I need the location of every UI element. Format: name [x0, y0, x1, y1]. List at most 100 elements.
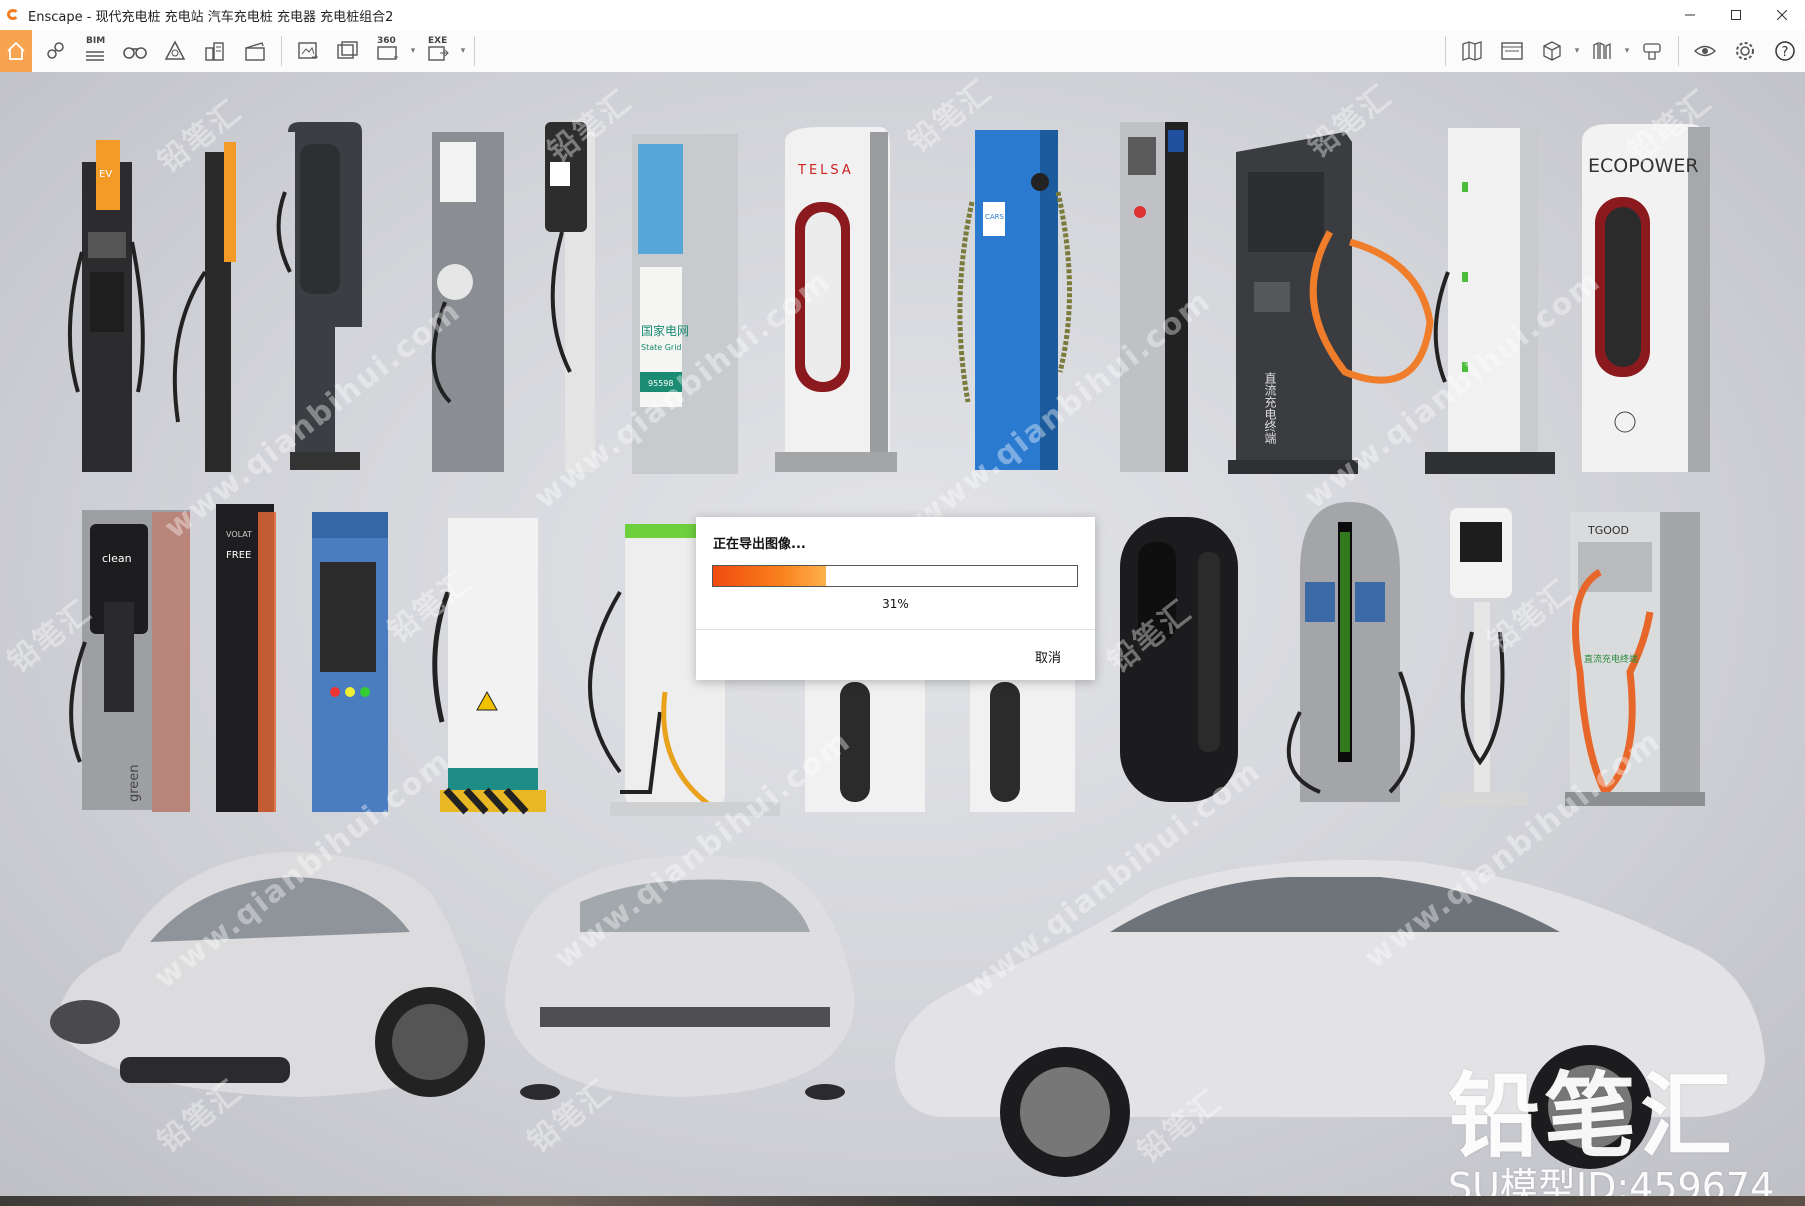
state-grid-en-label: State Grid [641, 343, 682, 352]
close-button[interactable] [1759, 0, 1805, 30]
export-exe-button[interactable]: EXE [421, 33, 455, 69]
batch-render-icon [337, 41, 358, 59]
asset-library-button[interactable] [158, 33, 192, 69]
view-button[interactable] [1688, 33, 1722, 69]
car-side [895, 860, 1765, 1177]
progress-bar-fill [713, 566, 826, 586]
home-button[interactable] [0, 30, 32, 72]
green-label: green [127, 764, 142, 802]
state-grid-num-label: 95598 [648, 379, 673, 388]
batch-render-button[interactable] [331, 33, 365, 69]
chevron-down-icon: ▾ [1574, 46, 1580, 56]
buildings-icon [205, 42, 224, 61]
chevron-down-icon: ▾ [410, 46, 416, 56]
binoculars-button[interactable] [118, 33, 152, 69]
asset-library-icon [164, 40, 186, 60]
panorama-dropdown[interactable]: ▾ [408, 46, 418, 56]
charger-dc-terminal: 直流充电终端 [1228, 132, 1434, 474]
car-front-three-quarter [50, 852, 485, 1097]
toolbar-separator [474, 36, 475, 66]
dialog-title: 正在导出图像... [713, 537, 806, 552]
screenshot-icon [298, 42, 319, 59]
tesla-label: TELSA [797, 163, 854, 178]
library-icon [1593, 41, 1611, 59]
bim-button[interactable]: BIM [78, 33, 112, 69]
settings-icon [1736, 42, 1754, 60]
library-button[interactable] [1585, 33, 1619, 69]
charger-volat-free: VOLAT FREE [216, 504, 276, 812]
cars-go-label: CARS GO [985, 213, 1018, 221]
charger-ecopower: ECOPOWER [1582, 124, 1710, 472]
bim-label: BIM [86, 36, 106, 46]
export-progress-dialog: 正在导出图像... 31% 取消 [696, 517, 1095, 680]
dc-terminal-label: 直流充电终端 [1263, 372, 1277, 445]
binoculars-icon [123, 47, 147, 59]
box-dropdown[interactable]: ▾ [1572, 46, 1582, 56]
toolbar-separator [1678, 36, 1679, 66]
volat-label: VOLAT [226, 530, 252, 539]
title-bar: Enscape - 现代充电桩 充电站 汽车充电桩 充电器 充电桩组合2 [0, 0, 1805, 30]
progress-percent: 31% [882, 597, 909, 611]
buildings-button[interactable] [198, 33, 232, 69]
minimize-button[interactable] [1667, 0, 1713, 30]
ev-label: EV [99, 169, 112, 180]
charger-blue-cars-go: CARS GO [957, 130, 1072, 470]
tgood-label: TGOOD [1587, 524, 1629, 537]
toolbar-separator [1445, 36, 1446, 66]
panorama-button[interactable]: 360 [371, 33, 405, 69]
minimize-icon [1685, 14, 1695, 16]
help-icon: ? [1775, 41, 1795, 61]
library-dropdown[interactable]: ▾ [1622, 46, 1632, 56]
tgood-dc-label: 直流充电终端 [1584, 653, 1638, 665]
charger-black-rounded [1120, 517, 1238, 802]
screenshot-button[interactable] [291, 33, 325, 69]
box-button[interactable] [1535, 33, 1569, 69]
svg-text:?: ? [1782, 45, 1789, 60]
maximize-icon [1731, 10, 1741, 20]
charger-parking-meter [1120, 122, 1188, 472]
car-rear [505, 855, 855, 1100]
map-button[interactable] [1455, 33, 1489, 69]
chevron-down-icon: ▾ [1624, 46, 1630, 56]
cancel-button[interactable]: 取消 [1031, 645, 1065, 668]
charger-slim-white [545, 122, 595, 472]
video-editor-button[interactable] [238, 33, 272, 69]
clean-label: clean [102, 552, 132, 565]
location-button[interactable] [38, 33, 72, 69]
home-icon [7, 41, 25, 60]
settings-button[interactable] [1728, 33, 1762, 69]
maximize-button[interactable] [1713, 0, 1759, 30]
main-toolbar: BIM 360 ▾ EXE ▾ ▾ ▾ ? [0, 30, 1805, 73]
toolbar-right-group: ▾ ▾ ? [1439, 30, 1805, 72]
panorama-label: 360 [377, 36, 396, 46]
state-grid-label: 国家电网 [641, 323, 689, 338]
panel-icon [1501, 42, 1523, 60]
charger-white-cabinet [432, 518, 546, 815]
charger-state-grid: 国家电网 State Grid 95598 [632, 134, 738, 474]
box-icon [1543, 41, 1561, 61]
charger-white-green-lights [1425, 128, 1555, 474]
toolbar-separator [281, 36, 282, 66]
clapperboard-icon [245, 42, 265, 61]
map-icon [1462, 41, 1482, 61]
charger-wallbox-post [1440, 508, 1528, 806]
charger-silver-column [431, 132, 504, 472]
charger-blue-kiosk [312, 512, 388, 812]
charger-gray-arch [1286, 502, 1415, 802]
help-button[interactable]: ? [1768, 33, 1802, 69]
panel-button[interactable] [1495, 33, 1529, 69]
window-controls [1667, 0, 1805, 30]
free-label: FREE [226, 550, 251, 561]
charger-black-pole [172, 142, 236, 472]
bottom-strip [0, 1196, 1805, 1206]
enscape-logo-icon [6, 7, 22, 23]
charger-tesla: TELSA [775, 127, 897, 472]
window-title: Enscape - 现代充电桩 充电站 汽车充电桩 充电器 充电桩组合2 [28, 9, 394, 25]
dialog-divider [696, 629, 1095, 630]
export-dropdown[interactable]: ▾ [458, 46, 468, 56]
eye-icon [1693, 45, 1717, 57]
charger-white-hooks-b [970, 672, 1075, 812]
progress-bar [712, 565, 1078, 587]
charger-tgood: TGOOD 直流充电终端 [1565, 512, 1705, 806]
material-button[interactable] [1635, 33, 1669, 69]
